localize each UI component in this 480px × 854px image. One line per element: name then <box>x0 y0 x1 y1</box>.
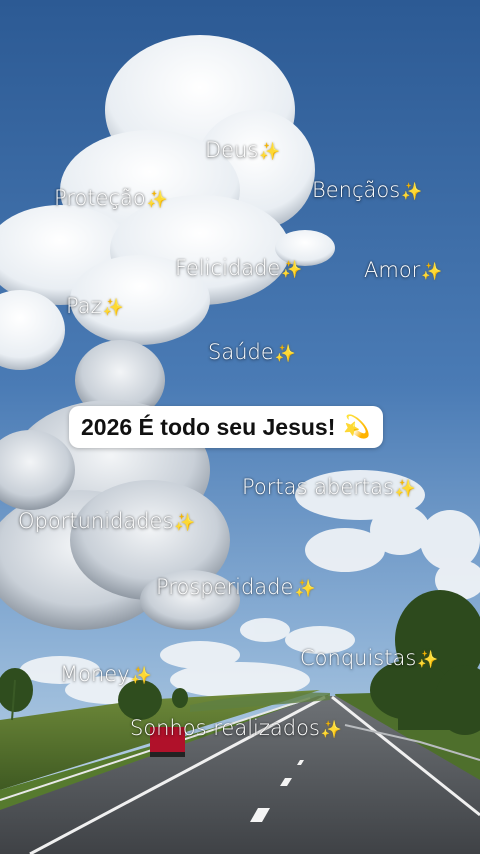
sparkle-icon: ✨ <box>102 298 124 318</box>
sparkle-icon: ✨ <box>274 344 296 364</box>
sparkle-icon: ✨ <box>394 479 417 499</box>
sparkle-icon: ✨ <box>401 182 423 202</box>
sparkle-icon: ✨ <box>417 650 439 670</box>
word-portas-abertas: Portas abertas✨ <box>242 475 417 499</box>
sparkle-icon: ✨ <box>174 513 196 533</box>
banner-text: 2026 É todo seu Jesus! <box>81 413 336 440</box>
photo-scene: Deus✨ Proteção✨ Bençãos✨ Felicidade✨ Amo… <box>0 0 480 854</box>
title-banner: 2026 É todo seu Jesus! 💫 <box>69 406 383 448</box>
word-bencaos: Bençãos✨ <box>312 178 423 202</box>
word-paz: Paz✨ <box>66 294 124 318</box>
word-deus: Deus✨ <box>205 138 281 162</box>
sparkle-icon: ✨ <box>421 262 443 282</box>
sparkle-icon: ✨ <box>146 190 168 210</box>
word-protecao: Proteção✨ <box>54 186 168 210</box>
word-oportunidades: Oportunidades✨ <box>18 509 196 533</box>
sparkle-icon: ✨ <box>320 720 343 740</box>
word-conquistas: Conquistas✨ <box>300 646 439 670</box>
word-amor: Amor✨ <box>364 258 443 282</box>
word-money: Money✨ <box>60 662 152 686</box>
sparkle-icon: ✨ <box>130 666 152 686</box>
word-saude: Saúde✨ <box>208 340 296 364</box>
sparkle-icon: ✨ <box>294 579 316 599</box>
sparkle-icon: ✨ <box>281 260 303 280</box>
sparkle-icon: ✨ <box>259 142 281 162</box>
dizzy-star-icon: 💫 <box>343 414 371 439</box>
word-prosperidade: Prosperidade✨ <box>156 575 316 599</box>
word-felicidade: Felicidade✨ <box>175 256 303 280</box>
word-sonhos-realizados: Sonhos realizados✨ <box>130 716 343 740</box>
